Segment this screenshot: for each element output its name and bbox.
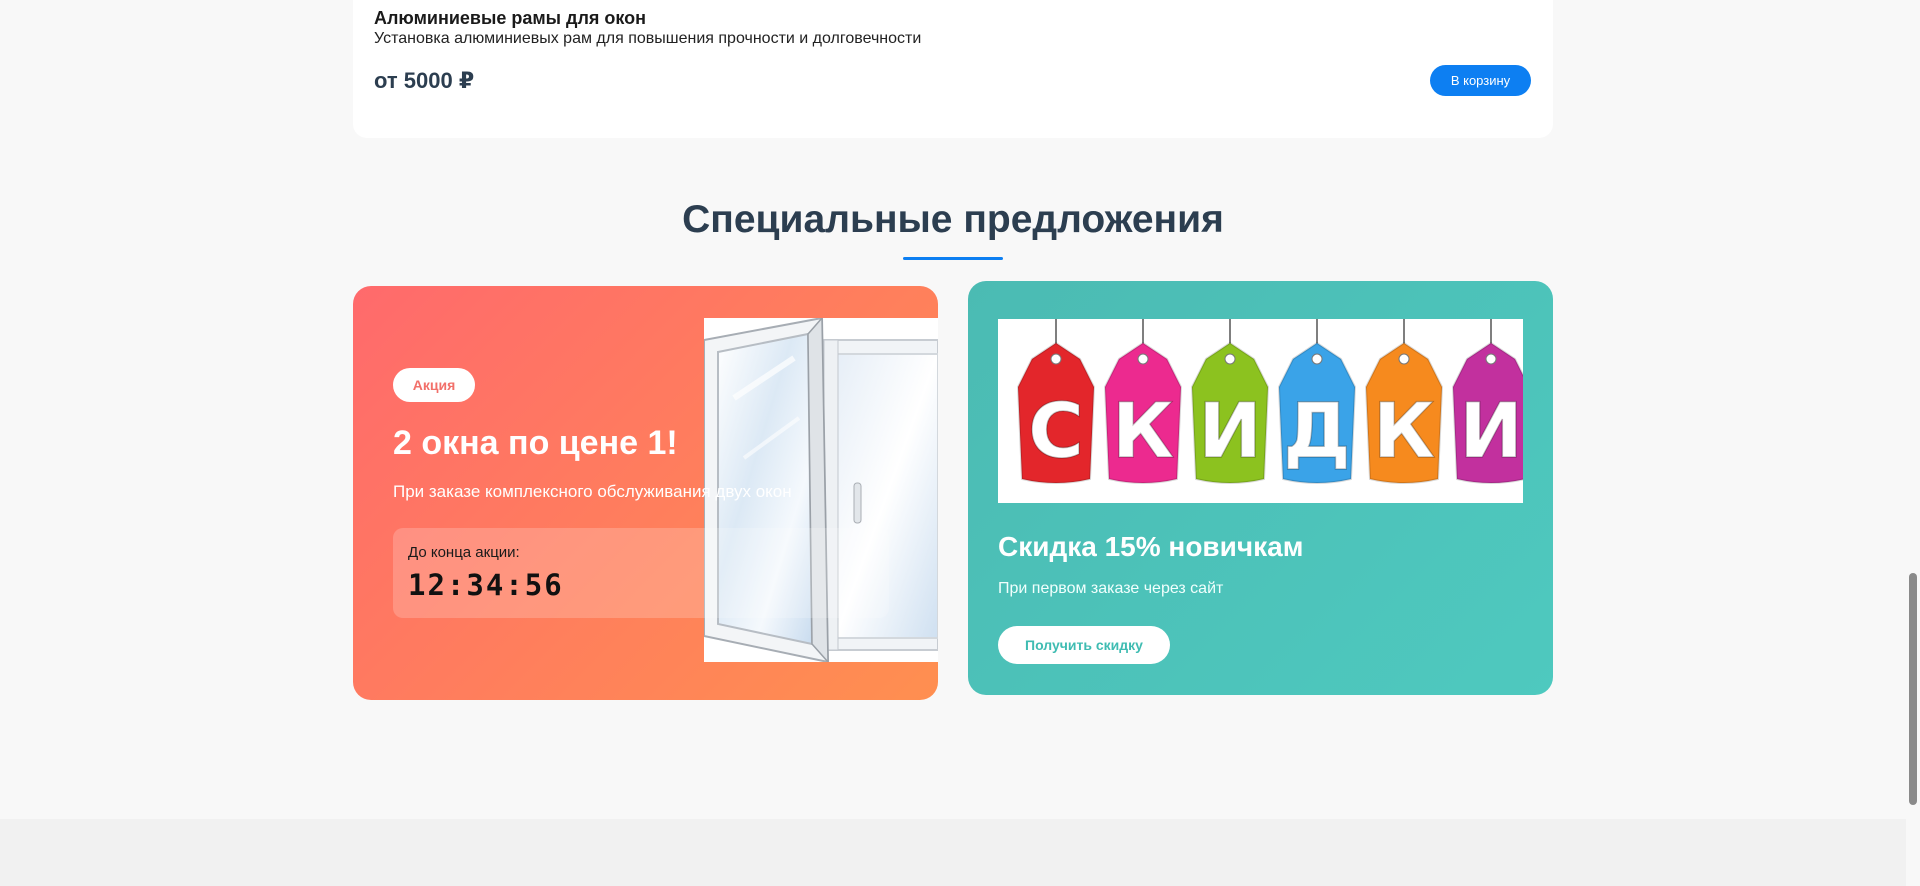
- discount-tag-letter: К: [1112, 386, 1174, 475]
- timer-label: До конца акции:: [408, 544, 520, 561]
- scrollbar[interactable]: [1906, 0, 1920, 886]
- countdown-timer: До конца акции: 12:34:56: [393, 528, 889, 618]
- promo-card: Акция 2 окна по цене 1! При заказе компл…: [353, 286, 938, 700]
- get-discount-button[interactable]: Получить скидку: [998, 626, 1170, 664]
- discount-tag-letter: К: [1373, 386, 1435, 475]
- promo-title: 2 окна по цене 1!: [393, 424, 678, 462]
- product-title: Алюминиевые рамы для окон: [374, 8, 647, 28]
- discount-card: СКИДКИ Скидка 15% новичкам При первом за…: [968, 281, 1553, 695]
- discount-banner-image: СКИДКИ: [998, 319, 1523, 503]
- discount-tag-letter: С: [1028, 386, 1084, 475]
- promo-badge: Акция: [393, 368, 475, 402]
- timer-value: 12:34:56: [408, 568, 564, 602]
- product-description: Установка алюминиевых рам для повышения …: [374, 30, 922, 47]
- add-to-cart-button[interactable]: В корзину: [1430, 65, 1531, 96]
- promo-description: При заказе комплексного обслуживания дву…: [393, 482, 792, 501]
- discount-tag-letter: И: [1198, 386, 1262, 475]
- product-price: от 5000 ₽: [374, 68, 475, 93]
- footer: [0, 819, 1906, 886]
- discount-title: Скидка 15% новичкам: [998, 531, 1304, 562]
- discount-tag-letter: И: [1459, 386, 1523, 475]
- discount-description: При первом заказе через сайт: [998, 580, 1224, 597]
- section-title: Специальные предложения: [682, 198, 1224, 241]
- product-card: Алюминиевые рамы для окон Установка алюм…: [353, 0, 1553, 138]
- discount-tag-letter: Д: [1283, 386, 1351, 475]
- section-title-underline: [903, 257, 1003, 260]
- scrollbar-thumb[interactable]: [1909, 573, 1917, 805]
